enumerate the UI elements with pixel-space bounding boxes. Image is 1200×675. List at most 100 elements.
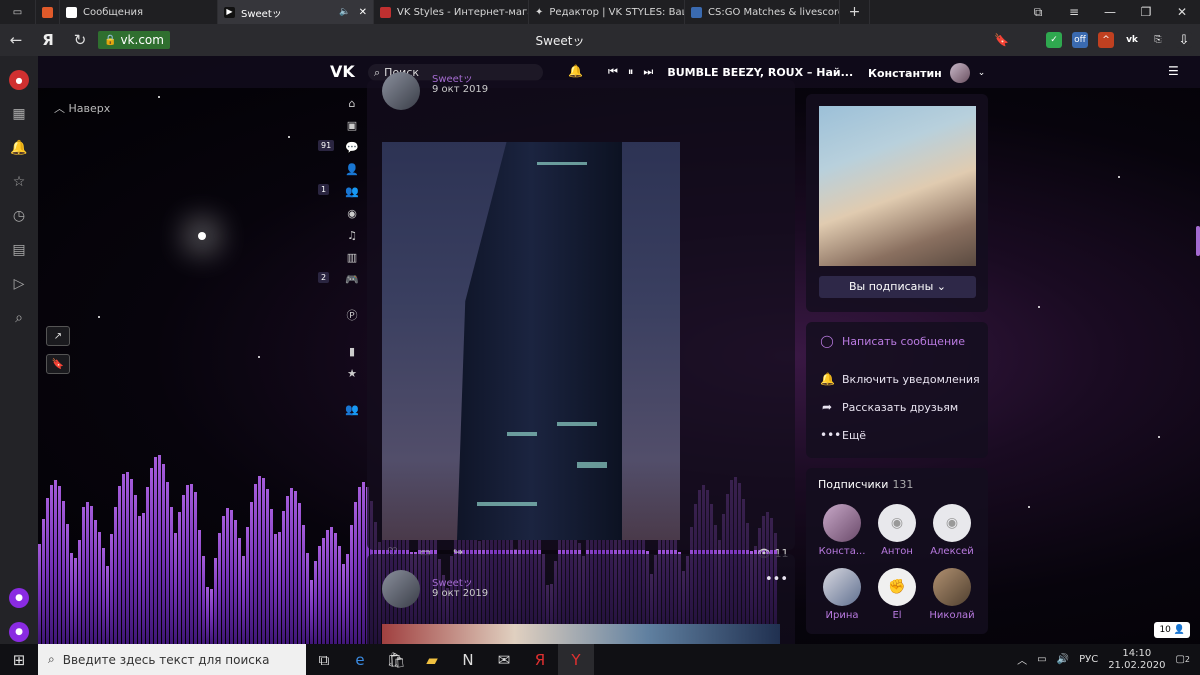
online-friends-counter[interactable]: 10 👤: [1154, 622, 1190, 638]
star-icon[interactable]: ☆: [9, 172, 29, 192]
tab-media[interactable]: [36, 0, 60, 24]
zen-icon[interactable]: ⌕: [9, 308, 29, 328]
bookmarks-icon[interactable]: ⧉: [1020, 0, 1056, 24]
speaker-icon[interactable]: 🔈: [339, 7, 350, 17]
task-view-icon[interactable]: ⧉: [306, 644, 342, 675]
subscribers-header[interactable]: Подписчики 131: [818, 478, 913, 491]
nav-video[interactable]: ▥: [318, 246, 358, 268]
grid-icon[interactable]: ▦: [9, 104, 29, 124]
nav-home[interactable]: ⌂: [318, 92, 358, 114]
post-author[interactable]: Sweetッ: [432, 70, 473, 85]
friend-item[interactable]: Николай: [926, 568, 978, 621]
subscribed-button[interactable]: Вы подписаны ⌄: [819, 276, 976, 298]
history-icon[interactable]: ◷: [9, 206, 29, 226]
notifications-icon[interactable]: 🔔: [568, 64, 583, 78]
vk-logo[interactable]: VK: [330, 62, 355, 81]
notion-icon[interactable]: N: [450, 644, 486, 675]
friend-item[interactable]: ✊ El: [871, 568, 923, 621]
enable-notifications-button[interactable]: 🔔 Включить уведомления: [820, 372, 980, 386]
bookmark-star-icon[interactable]: 🔖: [994, 33, 1009, 47]
nav-games[interactable]: 2 🎮: [318, 268, 359, 290]
minimize-button[interactable]: —: [1092, 0, 1128, 24]
profile-avatar[interactable]: ●: [9, 70, 29, 90]
yandex-browser-icon[interactable]: Y: [558, 644, 594, 675]
yandex-logo[interactable]: Я: [32, 24, 64, 56]
alice-icon[interactable]: ●: [9, 588, 29, 608]
alice-assistant-icon[interactable]: ●: [9, 622, 29, 642]
reload-button[interactable]: ↻: [64, 24, 96, 56]
tab-sweet[interactable]: ▶ Sweetッ 🔈 ✕: [218, 0, 374, 24]
protect-icon[interactable]: ✓: [1046, 32, 1062, 48]
nav-music[interactable]: ♫: [318, 224, 358, 246]
nav-news[interactable]: ▣: [318, 114, 358, 136]
extension-icon[interactable]: ^: [1098, 32, 1114, 48]
user-menu[interactable]: Константин ⌄: [868, 63, 985, 83]
tab-messages[interactable]: Сообщения: [60, 0, 218, 24]
pause-icon[interactable]: ⏸: [628, 65, 634, 79]
close-window-button[interactable]: ✕: [1164, 0, 1200, 24]
store-icon[interactable]: 🛍: [378, 644, 414, 675]
media-player-icon[interactable]: ▷: [9, 274, 29, 294]
nav-market[interactable]: ▮: [318, 340, 358, 362]
tab-vk-styles[interactable]: VK Styles - Интернет-магаз: [374, 0, 529, 24]
prev-track-icon[interactable]: ⏮: [608, 65, 618, 79]
next-track-icon[interactable]: ⏭: [643, 65, 653, 79]
windows-start-icon[interactable]: ⊞: [0, 644, 38, 675]
nav-profile[interactable]: 👤: [318, 158, 359, 180]
friend-item[interactable]: ◉ Алексей: [926, 504, 978, 557]
close-icon[interactable]: ✕: [359, 7, 367, 18]
tab-editor[interactable]: ✦ Редактор | VK STYLES: Ваш: [529, 0, 685, 24]
nav-messages[interactable]: 91 💬: [318, 136, 359, 158]
network-icon[interactable]: ▭: [1037, 654, 1046, 665]
download-icon[interactable]: ⇩: [1176, 32, 1192, 48]
menu-icon[interactable]: ≡: [1056, 0, 1092, 24]
nav-friends[interactable]: 1 👥: [318, 180, 359, 202]
post-photo[interactable]: [382, 142, 680, 540]
more-options-icon[interactable]: •••: [765, 572, 788, 587]
tabs-menu-button[interactable]: ▭: [0, 0, 36, 24]
nav-vkpay[interactable]: Ⓟ: [318, 304, 358, 326]
vk-icon[interactable]: vk: [1124, 32, 1140, 48]
post-date[interactable]: 9 окт 2019: [432, 588, 488, 599]
write-message-button[interactable]: ◯ Написать сообщение: [820, 334, 965, 348]
new-tab-button[interactable]: +: [840, 0, 870, 24]
nav-groups[interactable]: 👥: [318, 398, 359, 420]
now-playing-title[interactable]: BUMBLE BEEZY, ROUX – Най...: [667, 66, 853, 79]
language-indicator[interactable]: РУС: [1079, 654, 1098, 665]
maximize-button[interactable]: ❐: [1128, 0, 1164, 24]
clock[interactable]: 14:10 21.02.2020: [1108, 648, 1165, 672]
translate-icon[interactable]: ⎘: [1150, 32, 1166, 48]
share-friends-button[interactable]: ➦ Рассказать друзьям: [820, 400, 958, 414]
explorer-icon[interactable]: ▰: [414, 644, 450, 675]
nav-bookmarks[interactable]: ★: [318, 362, 358, 384]
bookmark-page-button[interactable]: 🔖: [46, 354, 70, 374]
scroll-to-top[interactable]: ︿ Наверх: [54, 100, 110, 116]
volume-icon[interactable]: 🔊: [1057, 654, 1069, 665]
notifications-icon[interactable]: ▢2: [1175, 654, 1190, 665]
share-page-button[interactable]: ↗: [46, 326, 70, 346]
edge-icon[interactable]: e: [342, 644, 378, 675]
bell-icon[interactable]: 🔔: [9, 138, 29, 158]
nav-photos[interactable]: ◉: [318, 202, 358, 224]
post-author[interactable]: Sweetッ: [432, 574, 473, 589]
back-button[interactable]: ←: [0, 24, 32, 56]
settings-sliders-icon[interactable]: ☰: [1168, 64, 1179, 78]
yandex-icon[interactable]: Я: [522, 644, 558, 675]
friend-item[interactable]: Конста...: [816, 504, 868, 557]
friend-item[interactable]: Ирина: [816, 568, 868, 621]
post-photo[interactable]: [382, 624, 780, 644]
notes-icon[interactable]: ▤: [9, 240, 29, 260]
profile-photo[interactable]: [819, 106, 976, 266]
calendar-extension-icon[interactable]: off: [1072, 32, 1088, 48]
avatar[interactable]: [382, 72, 420, 110]
friend-item[interactable]: ◉ Антон: [871, 504, 923, 557]
scrollbar-thumb[interactable]: [1196, 226, 1200, 256]
mail-icon[interactable]: ✉: [486, 644, 522, 675]
chevron-up-icon[interactable]: ︿: [1017, 652, 1027, 667]
avatar[interactable]: [382, 570, 420, 608]
more-button[interactable]: ••• Ещё: [820, 428, 866, 442]
taskbar-search-input[interactable]: ⌕ Введите здесь текст для поиска: [38, 644, 306, 675]
tab-csgo[interactable]: CS:GO Matches & livescore: [685, 0, 840, 24]
url-field[interactable]: 🔒 vk.com: [98, 31, 170, 49]
post-date[interactable]: 9 окт 2019: [432, 84, 488, 95]
